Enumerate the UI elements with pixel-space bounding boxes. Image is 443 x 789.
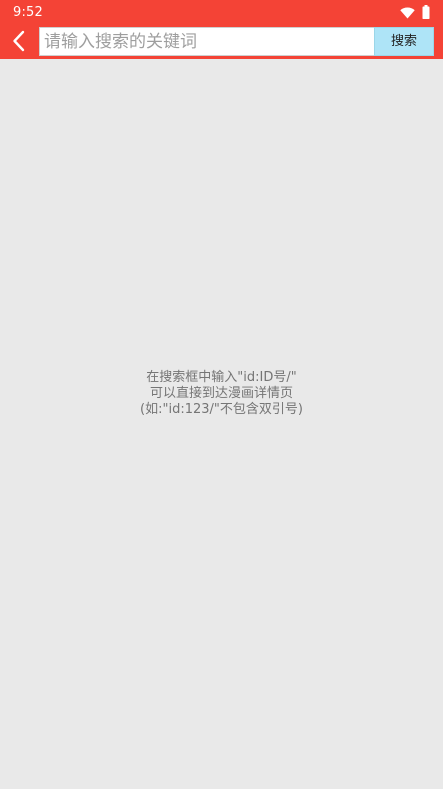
wifi-icon — [400, 4, 415, 23]
back-button[interactable] — [5, 29, 33, 57]
search-hint: 在搜索框中输入"id:ID号/" 可以直接到达漫画详情页 (如:"id:123/… — [0, 370, 443, 418]
hint-line-3: (如:"id:123/"不包含双引号) — [140, 402, 303, 417]
search-screen: 9:52 搜索 在搜索框中 — [0, 0, 443, 789]
chevron-left-icon — [12, 30, 26, 56]
status-time: 9:52 — [13, 5, 43, 20]
status-bar: 9:52 — [0, 0, 443, 26]
search-input[interactable] — [39, 27, 374, 56]
battery-icon — [422, 4, 430, 23]
hint-line-2: 可以直接到达漫画详情页 — [149, 386, 293, 401]
status-icons — [400, 4, 430, 23]
search-toolbar: 搜索 — [0, 26, 443, 59]
hint-line-1: 在搜索框中输入"id:ID号/" — [146, 370, 297, 385]
search-button[interactable]: 搜索 — [374, 27, 434, 56]
